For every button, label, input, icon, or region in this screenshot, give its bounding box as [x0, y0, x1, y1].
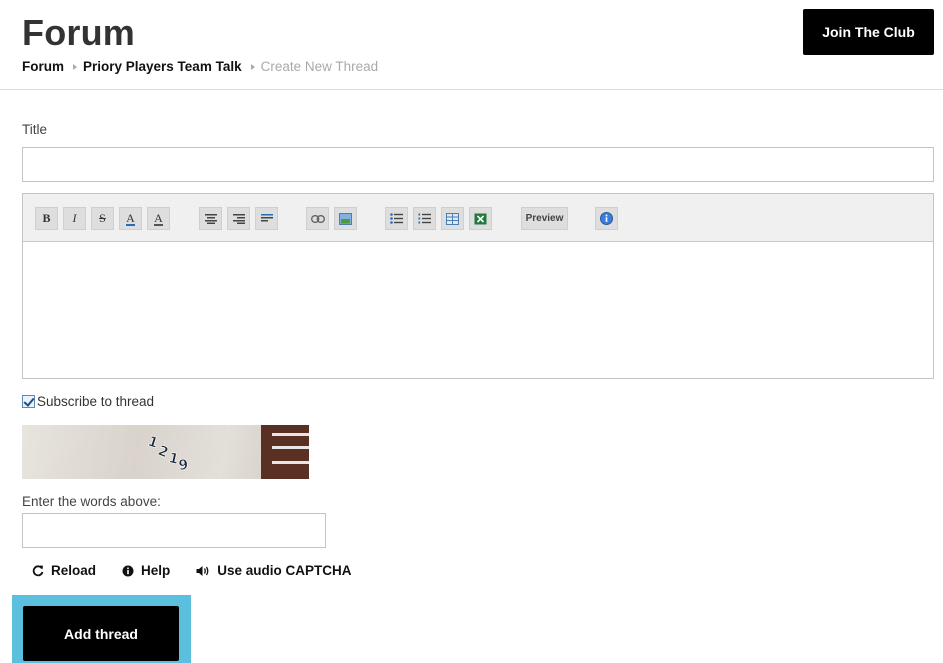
- captcha-noise-line: [272, 461, 309, 464]
- highlight-button[interactable]: A: [147, 207, 170, 230]
- help-label: Help: [141, 563, 171, 578]
- reload-captcha-link[interactable]: Reload: [32, 563, 96, 578]
- insert-image-button[interactable]: [334, 207, 357, 230]
- audio-captcha-link[interactable]: Use audio CAPTCHA: [196, 563, 352, 578]
- title-input[interactable]: [22, 147, 934, 182]
- bold-icon: B: [42, 211, 51, 225]
- captcha-image: 1 2 1 9: [22, 425, 309, 479]
- align-center-button[interactable]: [199, 207, 222, 230]
- breadcrumb-forum-link[interactable]: Forum: [22, 59, 64, 74]
- rich-text-editor: B I S A A Preview: [22, 193, 934, 379]
- page-title: Forum: [22, 12, 135, 53]
- info-icon: [600, 212, 613, 225]
- align-right-button[interactable]: [227, 207, 250, 230]
- editor-toolbar: B I S A A Preview: [23, 194, 933, 242]
- strikethrough-icon: S: [99, 211, 106, 225]
- captcha-help-link[interactable]: Help: [122, 563, 170, 578]
- svg-text:1: 1: [146, 434, 160, 452]
- subscribe-label: Subscribe to thread: [37, 394, 155, 409]
- align-justify-button[interactable]: [255, 207, 278, 230]
- captcha-text-image: 1 2 1 9: [145, 433, 189, 474]
- info-button[interactable]: [595, 207, 618, 230]
- align-center-icon: [204, 213, 217, 224]
- captcha-label: Enter the words above:: [22, 494, 161, 509]
- italic-button[interactable]: I: [63, 207, 86, 230]
- breadcrumb-current: Create New Thread: [260, 59, 379, 74]
- insert-table-button[interactable]: [441, 207, 464, 230]
- info-icon: [122, 565, 134, 576]
- insert-excel-button[interactable]: [469, 207, 492, 230]
- captcha-noise-line: [272, 446, 309, 449]
- preview-button[interactable]: Preview: [521, 207, 568, 230]
- audio-captcha-label: Use audio CAPTCHA: [217, 563, 352, 578]
- svg-text:9: 9: [178, 457, 189, 474]
- highlight-icon: A: [154, 210, 163, 226]
- italic-icon: I: [72, 211, 77, 225]
- bold-button[interactable]: B: [35, 207, 58, 230]
- title-label: Title: [22, 122, 48, 137]
- font-color-icon: A: [126, 210, 135, 226]
- breadcrumb-separator-icon: [250, 63, 255, 70]
- speaker-icon: [196, 565, 209, 576]
- strikethrough-button[interactable]: S: [91, 207, 114, 230]
- font-color-button[interactable]: A: [119, 207, 142, 230]
- breadcrumb-separator-icon: [73, 63, 77, 70]
- subscribe-option: Subscribe to thread: [22, 394, 154, 409]
- captcha-input[interactable]: [22, 513, 326, 548]
- image-icon: [339, 212, 352, 225]
- join-club-button[interactable]: Join The Club: [803, 9, 934, 55]
- breadcrumb: Forum Priory Players Team Talk Create Ne…: [22, 59, 378, 74]
- reload-icon: [32, 564, 44, 576]
- captcha-noise-line: [272, 433, 309, 436]
- numbered-list-button[interactable]: [413, 207, 436, 230]
- add-thread-button[interactable]: Add thread: [23, 606, 179, 661]
- bullet-list-icon: [390, 213, 403, 224]
- bullet-list-button[interactable]: [385, 207, 408, 230]
- link-icon: [310, 214, 325, 223]
- table-icon: [446, 212, 459, 225]
- align-justify-icon: [260, 213, 273, 221]
- excel-icon: [474, 213, 487, 224]
- align-right-icon: [232, 213, 245, 224]
- breadcrumb-team-talk-link[interactable]: Priory Players Team Talk: [83, 59, 242, 74]
- captcha-actions: Reload Help Use audio CAPTCHA: [32, 563, 378, 578]
- subscribe-checkbox[interactable]: [22, 395, 35, 408]
- reload-label: Reload: [51, 563, 97, 578]
- page-header: Forum Forum Priory Players Team Talk Cre…: [0, 0, 943, 90]
- focus-ring: Add thread: [12, 595, 191, 663]
- numbered-list-icon: [418, 213, 431, 224]
- insert-link-button[interactable]: [306, 207, 329, 230]
- message-body-textarea[interactable]: [23, 242, 933, 378]
